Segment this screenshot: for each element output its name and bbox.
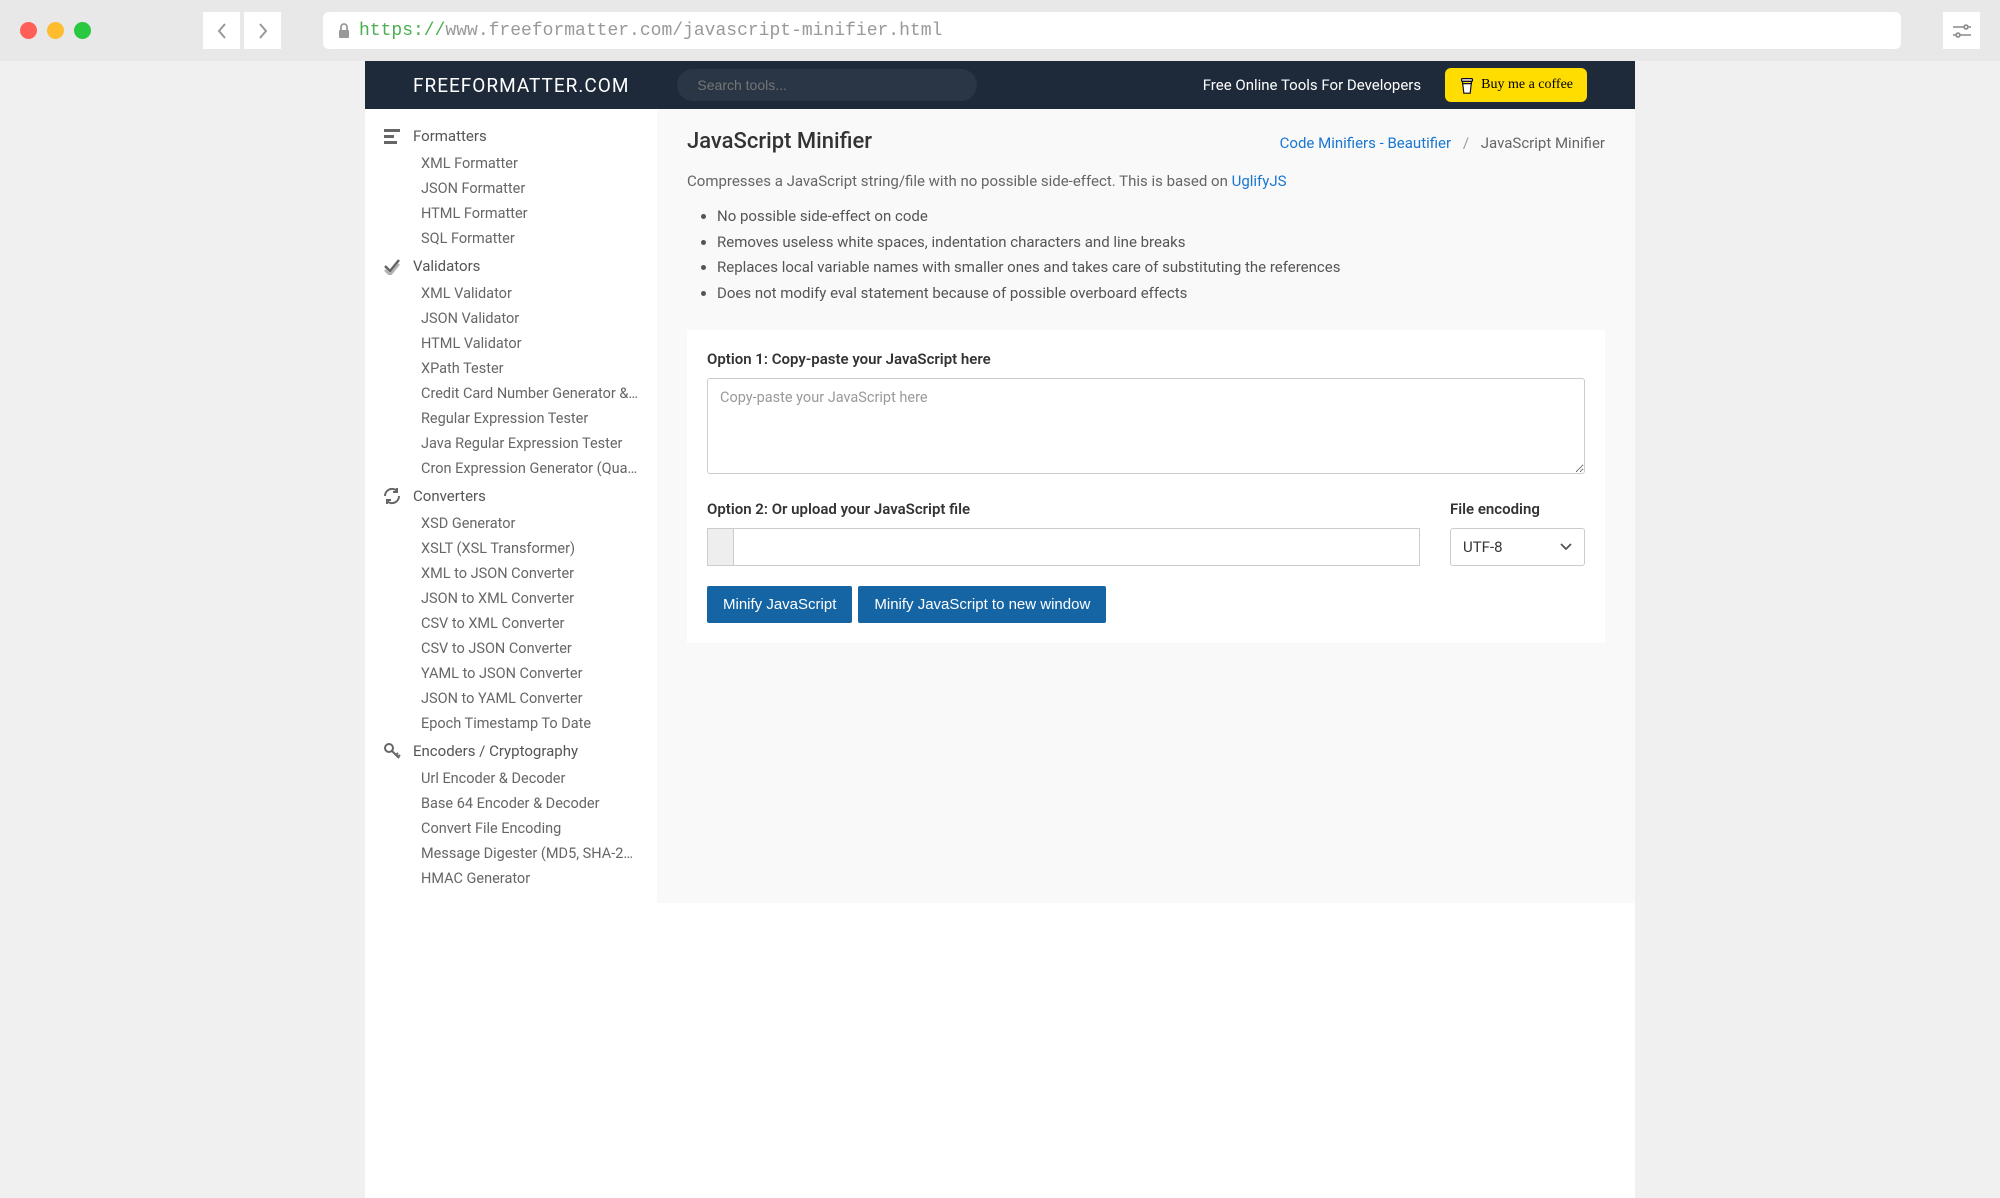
nav-buttons — [203, 12, 281, 49]
feature-item: Removes useless white spaces, indentatio… — [717, 230, 1605, 256]
uglifyjs-link[interactable]: UglifyJS — [1232, 172, 1287, 190]
sidebar-item[interactable]: HTML Validator — [365, 331, 657, 356]
validators-icon — [383, 257, 401, 275]
sidebar-item[interactable]: Regular Expression Tester — [365, 406, 657, 431]
file-browse-button[interactable] — [708, 529, 734, 565]
sidebar-item[interactable]: CSV to JSON Converter — [365, 636, 657, 661]
sidebar-item[interactable]: Base 64 Encoder & Decoder — [365, 791, 657, 816]
minify-button[interactable]: Minify JavaScript — [707, 586, 852, 623]
sidebar-item[interactable]: JSON to YAML Converter — [365, 686, 657, 711]
chevron-down-icon — [1560, 543, 1572, 551]
sidebar-section-label: Formatters — [413, 127, 487, 145]
sidebar-item[interactable]: SQL Formatter — [365, 226, 657, 251]
sidebar-item[interactable]: Java Regular Expression Tester — [365, 431, 657, 456]
page-header: JavaScript Minifier Code Minifiers - Bea… — [687, 129, 1605, 154]
page-description: Compresses a JavaScript string/file with… — [687, 172, 1605, 190]
encoding-select[interactable]: UTF-8 — [1450, 528, 1585, 566]
minify-new-window-button[interactable]: Minify JavaScript to new window — [858, 586, 1106, 623]
browser-chrome: https://www.freeformatter.com/javascript… — [0, 0, 2000, 61]
chevron-left-icon — [216, 22, 228, 40]
page: FREEFORMATTER.COM Free Online Tools For … — [365, 61, 1635, 1198]
feature-item: No possible side-effect on code — [717, 204, 1605, 230]
encoding-value: UTF-8 — [1463, 538, 1503, 556]
file-input[interactable] — [707, 528, 1420, 566]
topnav: FREEFORMATTER.COM Free Online Tools For … — [365, 61, 1635, 109]
forward-button[interactable] — [244, 12, 281, 49]
close-window-icon[interactable] — [20, 22, 37, 39]
sidebar-item[interactable]: JSON to XML Converter — [365, 586, 657, 611]
sidebar-item[interactable]: XML Formatter — [365, 151, 657, 176]
browser-settings-button[interactable] — [1943, 12, 1980, 49]
desc-text: Compresses a JavaScript string/file with… — [687, 172, 1232, 190]
back-button[interactable] — [203, 12, 240, 49]
sidebar-item[interactable]: HTML Formatter — [365, 201, 657, 226]
sidebar-item[interactable]: XML to JSON Converter — [365, 561, 657, 586]
sidebar-item[interactable]: HMAC Generator — [365, 866, 657, 891]
buy-coffee-button[interactable]: Buy me a coffee — [1445, 68, 1587, 102]
feature-item: Replaces local variable names with small… — [717, 255, 1605, 281]
breadcrumb-separator: / — [1463, 134, 1469, 152]
sidebar-item[interactable]: CSV to XML Converter — [365, 611, 657, 636]
sidebar-item[interactable]: XML Validator — [365, 281, 657, 306]
search-box[interactable] — [677, 69, 977, 101]
feature-list: No possible side-effect on codeRemoves u… — [717, 204, 1605, 306]
javascript-input[interactable] — [707, 378, 1585, 474]
sidebar-item[interactable]: JSON Formatter — [365, 176, 657, 201]
option2-label: Option 2: Or upload your JavaScript file — [707, 500, 1420, 518]
sidebar-section-validators[interactable]: Validators — [365, 251, 657, 281]
topnav-right: Free Online Tools For Developers Buy me … — [1203, 68, 1587, 102]
coffee-label: Buy me a coffee — [1481, 77, 1573, 93]
breadcrumb-current: JavaScript Minifier — [1481, 134, 1605, 152]
sidebar-section-label: Encoders / Cryptography — [413, 742, 578, 760]
sliders-icon — [1953, 24, 1971, 38]
sidebar-item[interactable]: XSLT (XSL Transformer) — [365, 536, 657, 561]
sidebar-item[interactable]: Convert File Encoding — [365, 816, 657, 841]
traffic-lights — [20, 22, 91, 39]
lock-icon — [337, 23, 351, 39]
action-buttons: Minify JavaScript Minify JavaScript to n… — [707, 586, 1585, 623]
sidebar-section-label: Validators — [413, 257, 480, 275]
sidebar-item[interactable]: Message Digester (MD5, SHA-256, ... — [365, 841, 657, 866]
sidebar: FormattersXML FormatterJSON FormatterHTM… — [365, 109, 657, 903]
encoders-icon — [383, 742, 401, 760]
url-bar[interactable]: https://www.freeformatter.com/javascript… — [323, 12, 1901, 49]
encoding-column: File encoding UTF-8 — [1450, 500, 1585, 566]
maximize-window-icon[interactable] — [74, 22, 91, 39]
coffee-cup-icon — [1459, 75, 1475, 95]
url-scheme: https:// — [359, 21, 445, 41]
page-title: JavaScript Minifier — [687, 129, 872, 154]
form-row-2: Option 2: Or upload your JavaScript file… — [707, 500, 1585, 566]
url-path: www.freeformatter.com/javascript-minifie… — [445, 21, 942, 41]
sidebar-item[interactable]: XSD Generator — [365, 511, 657, 536]
feature-item: Does not modify eval statement because o… — [717, 281, 1605, 307]
chevron-right-icon — [257, 22, 269, 40]
sidebar-section-converters[interactable]: Converters — [365, 481, 657, 511]
main-content: JavaScript Minifier Code Minifiers - Bea… — [657, 109, 1635, 903]
file-upload-column: Option 2: Or upload your JavaScript file — [707, 500, 1420, 566]
converters-icon — [383, 487, 401, 505]
sidebar-item[interactable]: Url Encoder & Decoder — [365, 766, 657, 791]
site-logo[interactable]: FREEFORMATTER.COM — [413, 74, 629, 97]
breadcrumb-parent[interactable]: Code Minifiers - Beautifier — [1280, 134, 1451, 152]
sidebar-item[interactable]: Credit Card Number Generator & V... — [365, 381, 657, 406]
sidebar-section-formatters[interactable]: Formatters — [365, 121, 657, 151]
option1-label: Option 1: Copy-paste your JavaScript her… — [707, 350, 1585, 368]
sidebar-item[interactable]: Epoch Timestamp To Date — [365, 711, 657, 736]
sidebar-item[interactable]: XPath Tester — [365, 356, 657, 381]
sidebar-item[interactable]: Cron Expression Generator (Quartz) — [365, 456, 657, 481]
layout: FormattersXML FormatterJSON FormatterHTM… — [365, 109, 1635, 903]
tagline: Free Online Tools For Developers — [1203, 76, 1421, 94]
encoding-label: File encoding — [1450, 500, 1585, 518]
breadcrumb: Code Minifiers - Beautifier / JavaScript… — [1280, 134, 1605, 152]
formatters-icon — [383, 127, 401, 145]
sidebar-item[interactable]: JSON Validator — [365, 306, 657, 331]
search-input[interactable] — [697, 77, 957, 93]
sidebar-section-encoders[interactable]: Encoders / Cryptography — [365, 736, 657, 766]
sidebar-section-label: Converters — [413, 487, 486, 505]
minimize-window-icon[interactable] — [47, 22, 64, 39]
sidebar-item[interactable]: YAML to JSON Converter — [365, 661, 657, 686]
form-card: Option 1: Copy-paste your JavaScript her… — [687, 330, 1605, 643]
